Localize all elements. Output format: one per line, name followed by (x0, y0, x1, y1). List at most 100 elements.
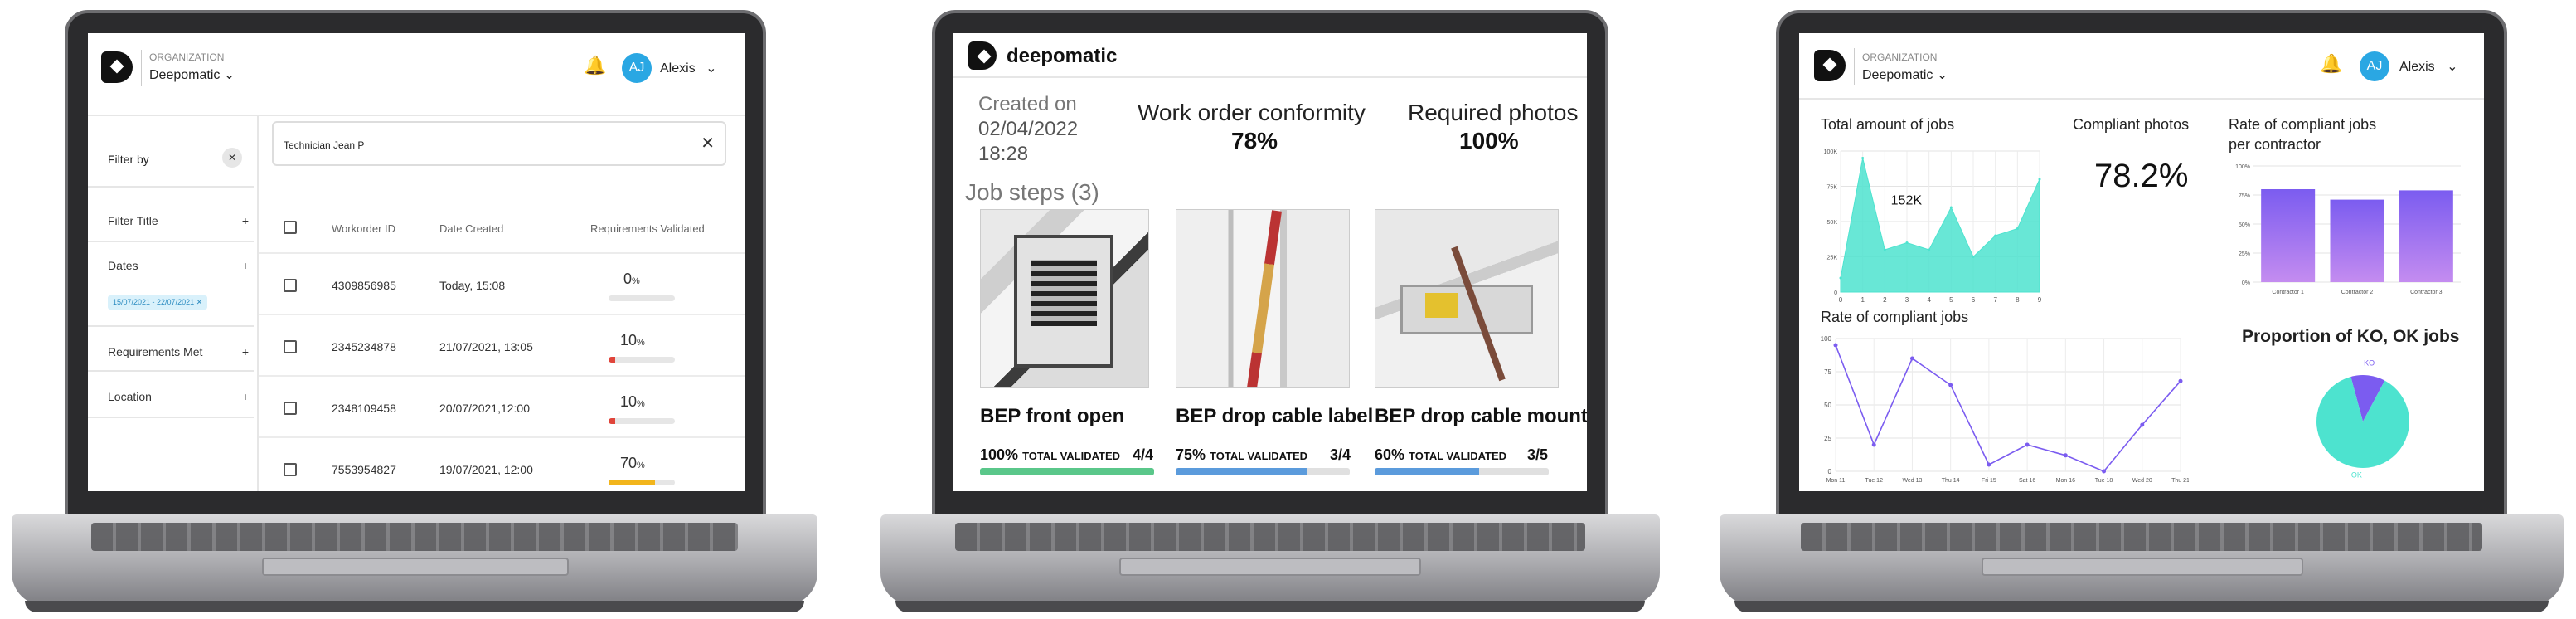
data-point (1948, 383, 1953, 387)
data-point (1861, 157, 1865, 159)
area-series (1840, 158, 2040, 293)
x-tick-label: Mon 16 (2056, 478, 2075, 484)
step-count: 3/4 (1330, 446, 1351, 463)
requirements-pct: 70% (620, 455, 645, 471)
keyboard (91, 523, 738, 551)
row-checkbox[interactable] (284, 402, 297, 415)
clear-search-icon[interactable]: ✕ (701, 133, 715, 154)
step-photo (1176, 209, 1350, 388)
row-checkbox[interactable] (284, 340, 297, 353)
workorder-id: 2348109458 (332, 402, 396, 415)
data-point (1839, 276, 1842, 280)
x-tick-label: Wed 13 (1902, 478, 1922, 484)
plus-icon: + (241, 390, 249, 403)
step-photo (980, 209, 1149, 388)
data-point (2025, 442, 2030, 447)
filter-sidebar: Filter by ✕ Filter Title + Dates + 15/07/2… (88, 116, 259, 491)
x-tick-label: 6 (1972, 296, 1976, 304)
y-tick-label: 50K (1827, 220, 1838, 226)
pie-chart-title: Proportion of KO, OK jobs (2242, 327, 2460, 346)
filter-dates-item[interactable]: Dates + (108, 259, 249, 272)
filter-location-item[interactable]: Location + (108, 390, 249, 403)
chevron-down-icon: ⌄ (223, 68, 235, 82)
y-tick-label: 0 (1828, 468, 1832, 475)
requirements-progress (609, 295, 675, 301)
data-point (1994, 234, 1997, 237)
job-step-card[interactable]: BEP drop cable mounting 60% TOTAL VALIDA… (1375, 209, 1587, 483)
deepomatic-logo-icon (101, 51, 133, 83)
data-point (1928, 248, 1931, 251)
table-row[interactable]: 7553954827 19/07/2021, 12:00 70% (259, 438, 745, 491)
filter-requirements-item[interactable]: Requirements Met + (108, 345, 249, 358)
created-label: Created on (978, 93, 1077, 115)
search-input[interactable]: Technician Jean P ✕ (272, 121, 726, 166)
user-menu[interactable]: Alexis ⌄ (2399, 58, 2458, 75)
y-tick-label: 0% (2242, 280, 2250, 286)
y-tick-label: 0 (1834, 290, 1837, 296)
filter-title-item[interactable]: Filter Title + (108, 214, 249, 227)
x-tick-label: 5 (1949, 296, 1953, 304)
col-header-workorder[interactable]: Workorder ID (332, 222, 395, 235)
step-count: 4/4 (1133, 446, 1154, 463)
table-row[interactable]: 2345234878 21/07/2021, 13:05 10% (259, 315, 745, 377)
org-switcher[interactable]: Deepomatic ⌄ (149, 66, 235, 83)
slice-label: KO (2364, 358, 2375, 367)
screen-middle: deepomatic Created on 02/04/2022 18:28 W… (953, 33, 1587, 491)
date-created: 21/07/2021, 13:05 (439, 340, 533, 353)
contractor-chart-title: Rate of compliant jobs (2229, 116, 2377, 133)
row-checkbox[interactable] (284, 279, 297, 292)
close-icon[interactable]: ✕ (196, 298, 203, 306)
x-tick-label: 3 (1905, 296, 1909, 304)
job-step-card[interactable]: BEP drop cable label 75% TOTAL VALIDATED… (1176, 209, 1373, 483)
data-point (1833, 343, 1838, 348)
app-header: ORGANIZATION Deepomatic ⌄ 🔔 AJ Alexis ⌄ (1799, 33, 2484, 100)
step-pct: 75% TOTAL VALIDATED (1176, 446, 1308, 463)
x-tick-label: 0 (1839, 296, 1843, 304)
data-point (1972, 256, 1975, 258)
y-tick-label: 25% (2239, 251, 2250, 257)
row-checkbox[interactable] (284, 463, 297, 476)
org-switcher[interactable]: Deepomatic ⌄ (1862, 66, 1948, 83)
org-name: Deepomatic (1862, 68, 1933, 82)
x-tick-label: Fri 15 (1982, 478, 1996, 484)
bar (2261, 189, 2316, 282)
x-tick-label: 7 (1993, 296, 1997, 304)
data-point (1909, 356, 1914, 361)
y-tick-label: 75 (1824, 368, 1831, 376)
total-jobs-area-chart: 0 25K 50K 75K 100K 0 1 2 3 4 5 6 7 8 9 152K (1824, 149, 2042, 304)
table-row[interactable]: 4309856985 Today, 15:08 0% (259, 254, 745, 315)
x-tick-label: Mon 11 (1826, 478, 1846, 484)
step-count: 3/5 (1527, 446, 1549, 463)
bell-icon[interactable]: 🔔 (2320, 53, 2342, 75)
x-tick-label: Sat 16 (2019, 478, 2035, 484)
date-chip[interactable]: 15/07/2021 - 22/07/2021 ✕ (108, 295, 208, 310)
requirements-progress (609, 418, 675, 424)
select-all-checkbox[interactable] (284, 221, 297, 234)
keyboard (1801, 523, 2482, 551)
col-header-date[interactable]: Date Created (439, 222, 503, 235)
search-value: Technician Jean P (284, 139, 365, 151)
y-tick-label: 100 (1821, 335, 1832, 343)
date-created: 20/07/2021,12:00 (439, 402, 530, 415)
chevron-down-icon: ⌄ (2447, 60, 2458, 74)
x-tick-label: 2 (1883, 296, 1887, 304)
col-header-requirements[interactable]: Requirements Validated (590, 222, 705, 235)
avatar[interactable]: AJ (622, 53, 652, 83)
avatar[interactable]: AJ (2360, 51, 2389, 81)
job-step-card[interactable]: BEP front open 100% TOTAL VALIDATED 4/4 (980, 209, 1157, 483)
close-filter-button[interactable]: ✕ (222, 148, 242, 168)
user-menu[interactable]: Alexis ⌄ (660, 60, 717, 76)
y-tick-label: 75% (2239, 193, 2250, 199)
keyboard (955, 523, 1585, 551)
table-row[interactable]: 2348109458 20/07/2021,12:00 10% (259, 377, 745, 438)
user-name: Alexis (2399, 60, 2435, 74)
data-point (2140, 422, 2145, 427)
bell-icon[interactable]: 🔔 (584, 55, 606, 76)
deepomatic-logo-icon (1814, 50, 1846, 81)
photos-label: Required photos (1408, 100, 1579, 125)
x-tick-label: Tue 18 (2095, 478, 2113, 484)
chevron-down-icon: ⌄ (706, 61, 717, 76)
contractor-chart-title-2: per contractor (2229, 136, 2321, 153)
brand-name: deepomatic (1007, 45, 1118, 67)
requirements-pct: 0% (623, 271, 640, 287)
